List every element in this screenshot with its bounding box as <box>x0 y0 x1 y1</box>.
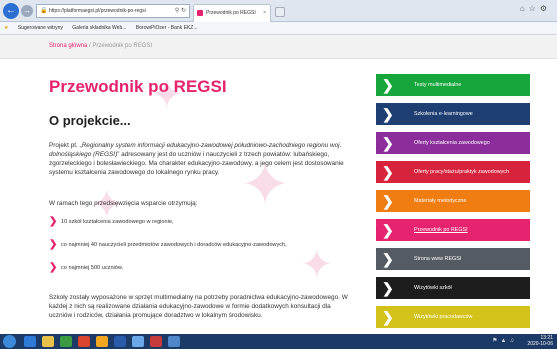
pdf-icon[interactable] <box>150 336 162 347</box>
tray-icons[interactable]: ⚑▲♫ <box>492 337 517 344</box>
chevron-right-icon: ❯ <box>382 251 394 267</box>
chevron-right-icon: ❯ <box>382 309 394 325</box>
favorites-bar: ★ Sugerowane witryny Galeria składnika W… <box>0 22 557 35</box>
list-item-text: 10 szkół kształcenia zawodowego w region… <box>61 219 174 225</box>
address-bar[interactable]: 🔒 https://platformaegsi.pl/przewodnik-po… <box>36 4 190 18</box>
arrow-left-icon: ← <box>6 5 16 16</box>
web-page: Strona główna / Przewodnik po REGSI ✦ ✦ … <box>0 35 557 334</box>
chevron-right-icon: ❯ <box>382 106 394 122</box>
breadcrumb: Strona główna / Przewodnik po REGSI <box>49 43 152 49</box>
gear-icon[interactable]: ⚙ <box>540 4 551 13</box>
menu-button-szkolenia-e-learningowe[interactable]: ❯ Szkolenia e-learningowe <box>376 103 530 125</box>
menu-button-testy-multimedialne[interactable]: ❯ Testy multimedialne <box>376 74 530 96</box>
back-button[interactable]: ← <box>3 3 19 19</box>
schools-paragraph: Szkoły zostały wyposażone w sprzęt multi… <box>49 294 348 319</box>
chevron-right-icon: ❯ <box>382 77 394 93</box>
menu-button-label: Materiały metodyczne <box>414 197 467 204</box>
window-icon[interactable] <box>132 336 144 347</box>
menu-button-label: Strona www REGSI <box>414 255 462 262</box>
favorite-link-2[interactable]: Galeria składnika Web... <box>72 25 126 31</box>
tab-title: Przewodnik po REGSI <box>206 10 256 16</box>
breadcrumb-current: Przewodnik po REGSI <box>92 43 153 49</box>
media-icon[interactable] <box>60 336 72 347</box>
section-title: O projekcie... <box>49 113 131 128</box>
flag-icon[interactable]: ⚑ <box>492 338 500 344</box>
ie-icon[interactable] <box>24 336 36 347</box>
browser-titlebar: ← → 🔒 https://platformaegsi.pl/przewodni… <box>0 0 557 22</box>
breadcrumb-separator: / <box>89 43 91 49</box>
home-icon[interactable]: ⌂ <box>520 4 529 13</box>
chevron-right-icon: ❯ <box>382 222 394 238</box>
chrome-icon[interactable] <box>96 336 108 347</box>
menu-button-oferty-ksztalcenia[interactable]: ❯ Oferty kształcenia zawodowego <box>376 132 530 154</box>
close-tab-icon[interactable]: × <box>263 5 266 21</box>
address-tools-icon[interactable]: ⚲ ↻ <box>175 5 186 17</box>
start-button[interactable] <box>3 335 16 348</box>
favorite-link-3[interactable]: BorowiPiOser - Bank EKZ... <box>136 25 198 31</box>
list-item-text: co najmniej 40 nauczycieli przedmiotów z… <box>61 242 287 248</box>
menu-button-label: Oferty kształcenia zawodowego <box>414 139 490 146</box>
chevron-right-icon: ❯ <box>382 135 394 151</box>
menu-button-materialy-metodyczne[interactable]: ❯ Materiały metodyczne <box>376 190 530 212</box>
chevron-right-icon: ❯ <box>382 193 394 209</box>
forward-button[interactable]: → <box>21 5 33 17</box>
favorites-star-icon[interactable]: ★ <box>4 25 8 31</box>
menu-button-label: Przewodnik po REGSI <box>414 226 468 233</box>
menu-button-wizytowki-pracodawcow[interactable]: ❯ Wizytówki pracodawców <box>376 306 530 328</box>
menu-button-przewodnik-po-regsi[interactable]: ❯ Przewodnik po REGSI <box>376 219 530 241</box>
new-tab-button[interactable] <box>275 7 285 17</box>
folder-icon[interactable] <box>42 336 54 347</box>
page-title: Przewodnik po REGSI <box>49 77 227 96</box>
list-item: ❯ co najmniej 500 uczniów. <box>49 261 123 275</box>
star-icon[interactable]: ☆ <box>529 4 540 13</box>
decorative-star-icon: ✦ <box>300 243 334 287</box>
breadcrumb-band: Strona główna / Przewodnik po REGSI <box>0 35 557 59</box>
clock-date: 2020-10-06 <box>527 341 553 347</box>
menu-button-strona-www-regsi[interactable]: ❯ Strona www REGSI <box>376 248 530 270</box>
lock-icon: 🔒 <box>40 8 48 14</box>
word-icon[interactable] <box>114 336 126 347</box>
network-icon[interactable]: ▲ <box>501 338 510 344</box>
app-icon[interactable] <box>78 336 90 347</box>
list-item: ❯ 10 szkół kształcenia zawodowego w regio… <box>49 215 174 229</box>
menu-button-label: Oferty pracy/stażu/praktyk zawodowych <box>414 168 509 175</box>
list-item-text: co najmniej 500 uczniów. <box>61 265 124 271</box>
chevron-right-icon: ❯ <box>49 239 58 250</box>
os-taskbar: ⚑▲♫ 13:21 2020-10-06 <box>0 334 557 349</box>
speaker-icon[interactable]: ♫ <box>510 338 518 344</box>
menu-button-label: Wizytówki pracodawców <box>414 313 473 320</box>
support-intro: W ramach tego przedsięwzięcia wsparcie o… <box>49 200 198 207</box>
arrow-right-icon: → <box>23 6 31 15</box>
favorite-link-1[interactable]: Sugerowane witryny <box>18 25 63 31</box>
menu-button-label: Wizytówki szkół <box>414 284 452 291</box>
menu-button-label: Testy multimedialne <box>414 81 462 88</box>
browser-tab[interactable]: Przewodnik po REGSI × <box>193 4 271 22</box>
chevron-right-icon: ❯ <box>49 262 58 273</box>
menu-button-label: Szkolenia e-learningowe <box>414 110 473 117</box>
browser-active-icon[interactable] <box>168 336 180 347</box>
intro-paragraph: Projekt pt. „Regionalny system informacj… <box>49 141 349 177</box>
breadcrumb-home-link[interactable]: Strona główna <box>49 43 87 49</box>
list-item: ❯ co najmniej 40 nauczycieli przedmiotów … <box>49 238 287 252</box>
address-url: https://platformaegsi.pl/przewodnik-po-r… <box>49 8 146 14</box>
favicon-icon <box>197 10 203 16</box>
intro-lead: Projekt pt. „ <box>49 142 82 149</box>
chevron-right-icon: ❯ <box>382 164 394 180</box>
menu-button-oferty-pracy[interactable]: ❯ Oferty pracy/stażu/praktyk zawodowych <box>376 161 530 183</box>
clock[interactable]: 13:21 2020-10-06 <box>527 335 553 347</box>
window-controls[interactable]: ⌂☆⚙ <box>520 4 551 13</box>
chevron-right-icon: ❯ <box>382 280 394 296</box>
chevron-right-icon: ❯ <box>49 216 58 227</box>
menu-button-wizytowki-szkol[interactable]: ❯ Wizytówki szkół <box>376 277 530 299</box>
